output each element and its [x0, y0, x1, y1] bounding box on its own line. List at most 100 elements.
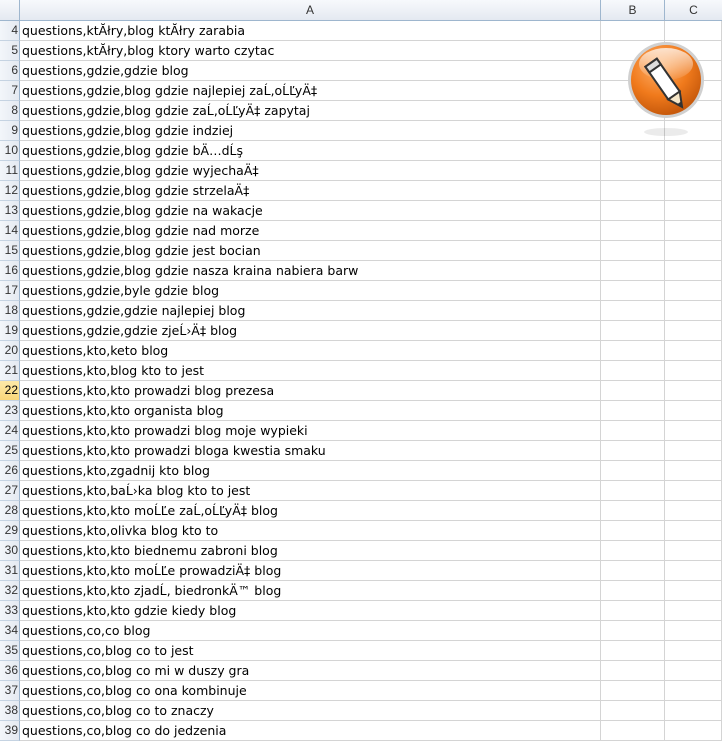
cell-b[interactable]: [601, 481, 665, 501]
cell-b[interactable]: [601, 661, 665, 681]
row-number[interactable]: 4: [0, 21, 20, 41]
row-number[interactable]: 19: [0, 321, 20, 341]
column-header-c[interactable]: C: [665, 0, 722, 21]
cell-c[interactable]: [665, 461, 722, 481]
row-number[interactable]: 29: [0, 521, 20, 541]
row-number[interactable]: 39: [0, 721, 20, 741]
cell-a[interactable]: questions,kto,kto moĹĽe zaĹ‚oĹĽyÄ‡ blog: [20, 501, 601, 521]
cell-c[interactable]: [665, 301, 722, 321]
row-number[interactable]: 28: [0, 501, 20, 521]
column-header-b[interactable]: B: [601, 0, 665, 21]
cell-c[interactable]: [665, 321, 722, 341]
row-number[interactable]: 10: [0, 141, 20, 161]
cell-b[interactable]: [601, 421, 665, 441]
cell-a[interactable]: questions,gdzie,blog gdzie strzelaÄ‡: [20, 181, 601, 201]
cell-b[interactable]: [601, 461, 665, 481]
cell-b[interactable]: [601, 381, 665, 401]
cell-b[interactable]: [601, 581, 665, 601]
cell-c[interactable]: [665, 621, 722, 641]
cell-b[interactable]: [601, 501, 665, 521]
row-number[interactable]: 37: [0, 681, 20, 701]
cell-b[interactable]: [601, 161, 665, 181]
select-all-corner[interactable]: [0, 0, 20, 21]
cell-c[interactable]: [665, 541, 722, 561]
cell-b[interactable]: [601, 641, 665, 661]
cell-b[interactable]: [601, 341, 665, 361]
cell-a[interactable]: questions,kto,kto prowadzi blog moje wyp…: [20, 421, 601, 441]
row-number[interactable]: 20: [0, 341, 20, 361]
row-number[interactable]: 5: [0, 41, 20, 61]
cell-c[interactable]: [665, 701, 722, 721]
row-number[interactable]: 25: [0, 441, 20, 461]
row-number[interactable]: 36: [0, 661, 20, 681]
cell-c[interactable]: [665, 641, 722, 661]
row-number[interactable]: 31: [0, 561, 20, 581]
cell-a[interactable]: questions,gdzie,blog gdzie nasza kraina …: [20, 261, 601, 281]
cell-b[interactable]: [601, 521, 665, 541]
cell-c[interactable]: [665, 521, 722, 541]
cell-b[interactable]: [601, 681, 665, 701]
cell-b[interactable]: [601, 301, 665, 321]
cell-a[interactable]: questions,gdzie,blog gdzie wyjechaÄ‡: [20, 161, 601, 181]
cell-b[interactable]: [601, 181, 665, 201]
cell-b[interactable]: [601, 261, 665, 281]
cell-c[interactable]: [665, 141, 722, 161]
cell-a[interactable]: questions,kto,kto organista blog: [20, 401, 601, 421]
row-number[interactable]: 33: [0, 601, 20, 621]
row-number[interactable]: 11: [0, 161, 20, 181]
cell-a[interactable]: questions,gdzie,blog gdzie bÄ…dĹş: [20, 141, 601, 161]
pencil-app-icon[interactable]: [625, 38, 707, 138]
row-number[interactable]: 38: [0, 701, 20, 721]
column-header-a[interactable]: A: [20, 0, 601, 21]
cell-a[interactable]: questions,ktĂłry,blog ktory warto czytac: [20, 41, 601, 61]
cell-c[interactable]: [665, 501, 722, 521]
cell-c[interactable]: [665, 161, 722, 181]
cell-a[interactable]: questions,gdzie,blog gdzie nad morze: [20, 221, 601, 241]
cell-a[interactable]: questions,kto,kto prowadzi bloga kwestia…: [20, 441, 601, 461]
row-number[interactable]: 22: [0, 381, 20, 401]
cell-a[interactable]: questions,kto,olivka blog kto to: [20, 521, 601, 541]
row-number[interactable]: 27: [0, 481, 20, 501]
cell-c[interactable]: [665, 561, 722, 581]
row-number[interactable]: 21: [0, 361, 20, 381]
cell-a[interactable]: questions,kto,baĹ›ka blog kto to jest: [20, 481, 601, 501]
cell-a[interactable]: questions,gdzie,blog gdzie najlepiej zaĹ…: [20, 81, 601, 101]
cell-c[interactable]: [665, 421, 722, 441]
cell-a[interactable]: questions,kto,kto moĹĽe prowadziÄ‡ blog: [20, 561, 601, 581]
cell-b[interactable]: [601, 281, 665, 301]
row-number[interactable]: 32: [0, 581, 20, 601]
cell-a[interactable]: questions,kto,blog kto to jest: [20, 361, 601, 381]
cell-b[interactable]: [601, 201, 665, 221]
cell-a[interactable]: questions,co,blog co to jest: [20, 641, 601, 661]
cell-a[interactable]: questions,kto,keto blog: [20, 341, 601, 361]
row-number[interactable]: 15: [0, 241, 20, 261]
row-number[interactable]: 7: [0, 81, 20, 101]
row-number[interactable]: 8: [0, 101, 20, 121]
cell-a[interactable]: questions,gdzie,blog gdzie indziej: [20, 121, 601, 141]
row-number[interactable]: 14: [0, 221, 20, 241]
row-number[interactable]: 6: [0, 61, 20, 81]
cell-b[interactable]: [601, 721, 665, 741]
cell-c[interactable]: [665, 481, 722, 501]
cell-c[interactable]: [665, 441, 722, 461]
row-number[interactable]: 17: [0, 281, 20, 301]
cell-b[interactable]: [601, 401, 665, 421]
cell-c[interactable]: [665, 401, 722, 421]
cell-a[interactable]: questions,gdzie,blog gdzie zaĹ‚oĹĽyÄ‡ za…: [20, 101, 601, 121]
cell-a[interactable]: questions,co,blog co do jedzenia: [20, 721, 601, 741]
cell-a[interactable]: questions,gdzie,blog gdzie na wakacje: [20, 201, 601, 221]
cell-c[interactable]: [665, 241, 722, 261]
cell-a[interactable]: questions,kto,kto biednemu zabroni blog: [20, 541, 601, 561]
row-number[interactable]: 13: [0, 201, 20, 221]
cell-b[interactable]: [601, 221, 665, 241]
row-number[interactable]: 12: [0, 181, 20, 201]
cell-c[interactable]: [665, 221, 722, 241]
cell-b[interactable]: [601, 361, 665, 381]
cell-c[interactable]: [665, 201, 722, 221]
cell-a[interactable]: questions,gdzie,gdzie zjeĹ›Ä‡ blog: [20, 321, 601, 341]
row-number[interactable]: 16: [0, 261, 20, 281]
cell-a[interactable]: questions,kto,zgadnij kto blog: [20, 461, 601, 481]
row-number[interactable]: 34: [0, 621, 20, 641]
cell-b[interactable]: [601, 141, 665, 161]
row-number[interactable]: 26: [0, 461, 20, 481]
